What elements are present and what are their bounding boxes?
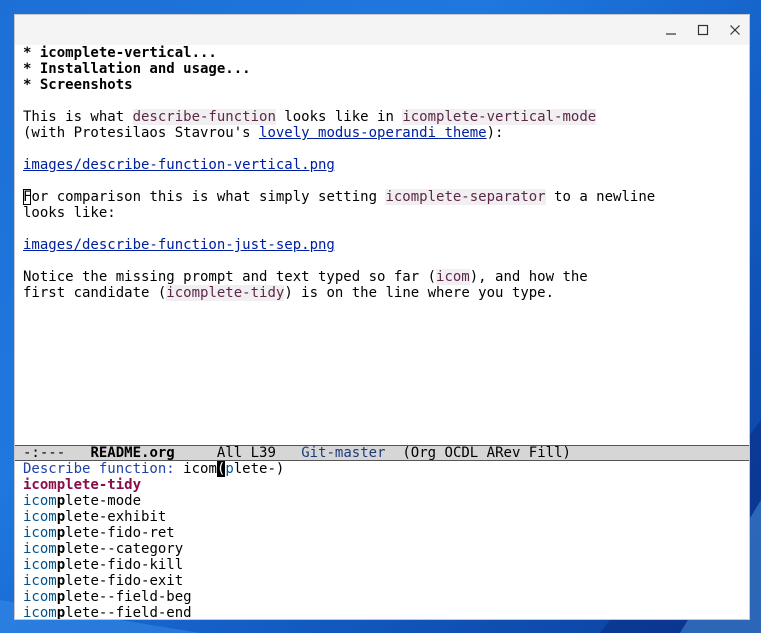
completion-candidate[interactable]: icomplete-fido-exit (23, 573, 743, 589)
candidate-rest: lete--field-end (65, 605, 192, 620)
title-bar (15, 15, 749, 45)
modeline-modes[interactable]: (Org OCDL ARev Fill) (402, 445, 571, 461)
text: ) is on the line where you type. (284, 285, 555, 301)
candidate-next: p (56, 573, 66, 589)
inline-code: icomplete-vertical-mode (402, 109, 597, 125)
theme-link[interactable]: lovely modus-operandi theme (259, 125, 487, 141)
inline-code: icomplete-separator (385, 189, 546, 205)
completion-list: icomplete-mode icomplete-exhibit icomplete… (23, 493, 743, 620)
candidate-rest: lete-fido-kill (65, 557, 184, 573)
inline-code: icom (436, 269, 470, 285)
minimize-icon (666, 33, 676, 35)
candidate-rest: lete-exhibit (65, 509, 167, 525)
text: looks like in (275, 109, 403, 125)
mode-line[interactable]: -:--- README.org All L39 Git-master (Org… (15, 445, 749, 461)
paragraph-line: images/describe-function-just-sep.png (23, 237, 743, 253)
paragraph-line: looks like: (23, 205, 116, 221)
image-link-vertical[interactable]: images/describe-function-vertical.png (23, 157, 335, 173)
maximize-button[interactable] (687, 15, 719, 45)
org-heading[interactable]: * Screenshots (23, 77, 743, 93)
org-heading[interactable]: * icomplete-vertical... (23, 45, 743, 61)
candidate-next: p (56, 605, 66, 620)
modeline-buffer-name[interactable]: README.org (90, 445, 174, 461)
completion-candidate[interactable]: icomplete--field-end (23, 605, 743, 620)
text: Notice the missing prompt and text typed… (23, 269, 437, 285)
modeline-vc-branch[interactable]: Git-master (301, 445, 385, 461)
completion-candidate[interactable]: icomplete-mode (23, 493, 743, 509)
minimize-button[interactable] (655, 15, 687, 45)
minibuffer[interactable]: Describe function: icom(plete-) icomplet… (23, 461, 743, 620)
text: This is what (23, 109, 133, 125)
close-button[interactable] (719, 15, 749, 45)
minibuffer-prompt-line[interactable]: Describe function: icom(plete-) (23, 461, 743, 477)
minibuffer-prompt: Describe function: (23, 461, 184, 477)
candidate-rest: lete-mode (65, 493, 142, 509)
paragraph-line: Notice the missing prompt and text typed… (23, 269, 743, 285)
completion-candidate[interactable]: icomplete-fido-ret (23, 525, 743, 541)
text: to a newline (545, 189, 656, 205)
text: (with Protesilaos Stavrou's (23, 125, 260, 141)
candidate-match: icom (23, 525, 57, 541)
candidate-next: p (56, 509, 66, 525)
completion-candidate[interactable]: icomplete-fido-kill (23, 557, 743, 573)
candidate-rest: lete-fido-ret (65, 525, 175, 541)
candidate-match: icom (23, 573, 57, 589)
candidate-rest: lete--category (65, 541, 184, 557)
paragraph-line: images/describe-function-vertical.png (23, 157, 743, 173)
paragraph-line: (with Protesilaos Stavrou's lovely modus… (23, 125, 743, 141)
paragraph-line: For comparison this is what simply setti… (23, 189, 743, 205)
inline-code: icomplete-tidy (166, 285, 285, 301)
candidate-next: p (56, 541, 66, 557)
completion-candidate[interactable]: icomplete-exhibit (23, 509, 743, 525)
modeline-position: All L39 (216, 445, 276, 461)
candidate-next: p (56, 589, 66, 605)
completion-candidate[interactable]: icomplete--category (23, 541, 743, 557)
image-link-just-sep[interactable]: images/describe-function-just-sep.png (23, 237, 335, 253)
candidate-next: p (56, 493, 66, 509)
completion-selected[interactable]: icomplete-tidy (23, 477, 743, 493)
maximize-icon (697, 24, 709, 36)
completion-preview: lete-) (233, 461, 285, 477)
candidate-match: icom (23, 589, 57, 605)
candidate-match: icom (23, 493, 57, 509)
candidate-match: icom (23, 605, 57, 620)
text: or comparison this is what simply settin… (31, 189, 386, 205)
text: first candidate ( (23, 285, 167, 301)
org-heading[interactable]: * Installation and usage... (23, 61, 743, 77)
candidate-match: icom (23, 509, 57, 525)
modeline-status: -:--- (23, 445, 66, 461)
candidate-next: p (56, 525, 66, 541)
minibuffer-input[interactable]: icom (183, 461, 217, 477)
candidate-rest: lete-fido-exit (65, 573, 184, 589)
completion-next-char: p (225, 461, 234, 477)
completion-candidate[interactable]: icomplete--field-beg (23, 589, 743, 605)
text: ), and how the (469, 269, 588, 285)
text: ): (486, 125, 504, 141)
paragraph-line: first candidate (icomplete-tidy) is on t… (23, 285, 743, 301)
paragraph-line: This is what describe-function looks lik… (23, 109, 743, 125)
emacs-window: * icomplete-vertical... * Installation a… (14, 14, 750, 620)
text-buffer[interactable]: * icomplete-vertical... * Installation a… (23, 45, 743, 301)
candidate-next: p (56, 557, 66, 573)
candidate-match: icom (23, 557, 57, 573)
inline-code: describe-function (132, 109, 276, 125)
close-icon (730, 25, 740, 35)
candidate-rest: lete--field-beg (65, 589, 192, 605)
candidate-match: icom (23, 541, 57, 557)
